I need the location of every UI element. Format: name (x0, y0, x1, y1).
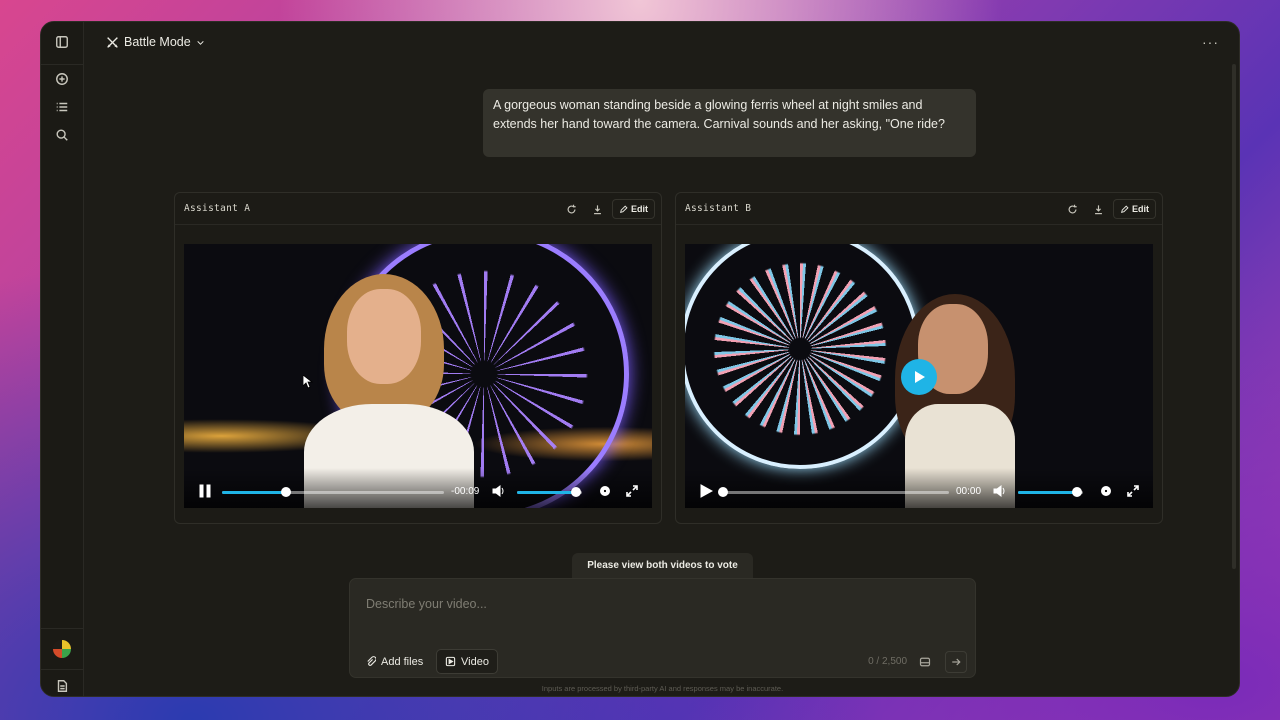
play-icon (915, 371, 925, 383)
prompt-composer: Describe your video... Add files Video 0… (349, 578, 976, 678)
char-counter: 0 / 2,500 (868, 656, 907, 667)
app-window: Battle Mode ··· A gorgeous woman standin… (40, 21, 1240, 697)
woman-face (347, 289, 421, 384)
user-prompt: A gorgeous woman standing beside a glowi… (483, 89, 976, 157)
video-label: Video (461, 655, 489, 668)
swords-icon (107, 36, 118, 48)
disclaimer: Inputs are processed by third-party AI a… (541, 684, 784, 693)
download-icon[interactable] (1087, 199, 1109, 219)
pencil-icon (1121, 204, 1129, 213)
edit-button[interactable]: Edit (612, 199, 655, 219)
rail-divider-bottom (41, 628, 84, 629)
mode-label: Battle Mode (124, 35, 191, 49)
video-mode-button[interactable]: Video (436, 649, 498, 674)
send-button[interactable] (945, 651, 967, 673)
battle-mode-dropdown[interactable]: Battle Mode (106, 35, 205, 49)
pencil-icon (620, 204, 628, 213)
chevron-down-icon (197, 40, 204, 45)
volume-icon[interactable] (993, 484, 1007, 503)
regenerate-icon[interactable] (1061, 199, 1083, 219)
video-icon (445, 656, 456, 667)
card-tools: Edit (1061, 199, 1156, 219)
settings-gear-icon[interactable] (598, 484, 612, 503)
list-icon[interactable] (54, 99, 70, 115)
edit-button[interactable]: Edit (1113, 199, 1156, 219)
assistant-b-card: Assistant B Edit 00:00 (675, 192, 1163, 524)
seek-knob[interactable] (718, 487, 728, 497)
seek-bar[interactable] (723, 491, 949, 494)
video-player-a[interactable]: -00:09 (184, 244, 652, 508)
assistant-b-title: Assistant B (685, 203, 752, 214)
video-controls: -00:09 (184, 468, 652, 508)
add-files-button[interactable]: Add files (357, 649, 431, 674)
regenerate-icon[interactable] (560, 199, 582, 219)
volume-fill (1018, 491, 1077, 494)
more-options-icon[interactable]: ··· (1202, 34, 1219, 50)
top-bar: Battle Mode ··· (84, 22, 1239, 64)
rail-divider (41, 64, 84, 65)
arrow-right-icon (952, 658, 961, 666)
search-icon[interactable] (54, 127, 70, 143)
assistant-a-title: Assistant A (184, 203, 251, 214)
fullscreen-icon[interactable] (625, 484, 639, 503)
big-play-button[interactable] (901, 359, 937, 395)
sidebar-toggle-icon[interactable] (54, 34, 70, 50)
seek-bar[interactable] (222, 491, 444, 494)
pause-icon[interactable] (198, 484, 212, 503)
avatar[interactable] (53, 640, 71, 658)
assistant-a-card: Assistant A Edit -00:09 (174, 192, 662, 524)
new-chat-icon[interactable] (54, 71, 70, 87)
sidebar-rail (41, 22, 84, 696)
video-controls: 00:00 (685, 468, 1153, 508)
download-icon[interactable] (586, 199, 608, 219)
settings-gear-icon[interactable] (1099, 484, 1113, 503)
time-elapsed: 00:00 (956, 486, 982, 497)
edit-label: Edit (631, 204, 648, 214)
volume-knob[interactable] (570, 487, 581, 497)
volume-fill (517, 491, 576, 494)
vote-tooltip: Please view both videos to vote (572, 553, 753, 579)
card-tools: Edit (560, 199, 655, 219)
card-header: Assistant A Edit (175, 193, 661, 225)
volume-knob[interactable] (1071, 487, 1082, 497)
aspect-ratio-icon[interactable] (915, 652, 935, 672)
play-icon[interactable] (699, 484, 714, 503)
card-header: Assistant B Edit (676, 193, 1162, 225)
seek-fill (222, 491, 287, 494)
edit-label: Edit (1132, 204, 1149, 214)
time-remaining: -00:09 (451, 486, 480, 497)
seek-knob[interactable] (281, 487, 292, 497)
prompt-input[interactable]: Describe your video... (366, 597, 487, 611)
paperclip-icon (367, 656, 376, 666)
fullscreen-icon[interactable] (1126, 484, 1140, 503)
video-player-b[interactable]: 00:00 (685, 244, 1153, 508)
rail-divider-footer (41, 669, 84, 670)
volume-icon[interactable] (492, 484, 506, 503)
mouse-cursor-icon (302, 374, 314, 394)
add-files-label: Add files (381, 655, 424, 668)
scrollbar[interactable] (1232, 64, 1236, 569)
document-icon[interactable] (54, 678, 70, 694)
